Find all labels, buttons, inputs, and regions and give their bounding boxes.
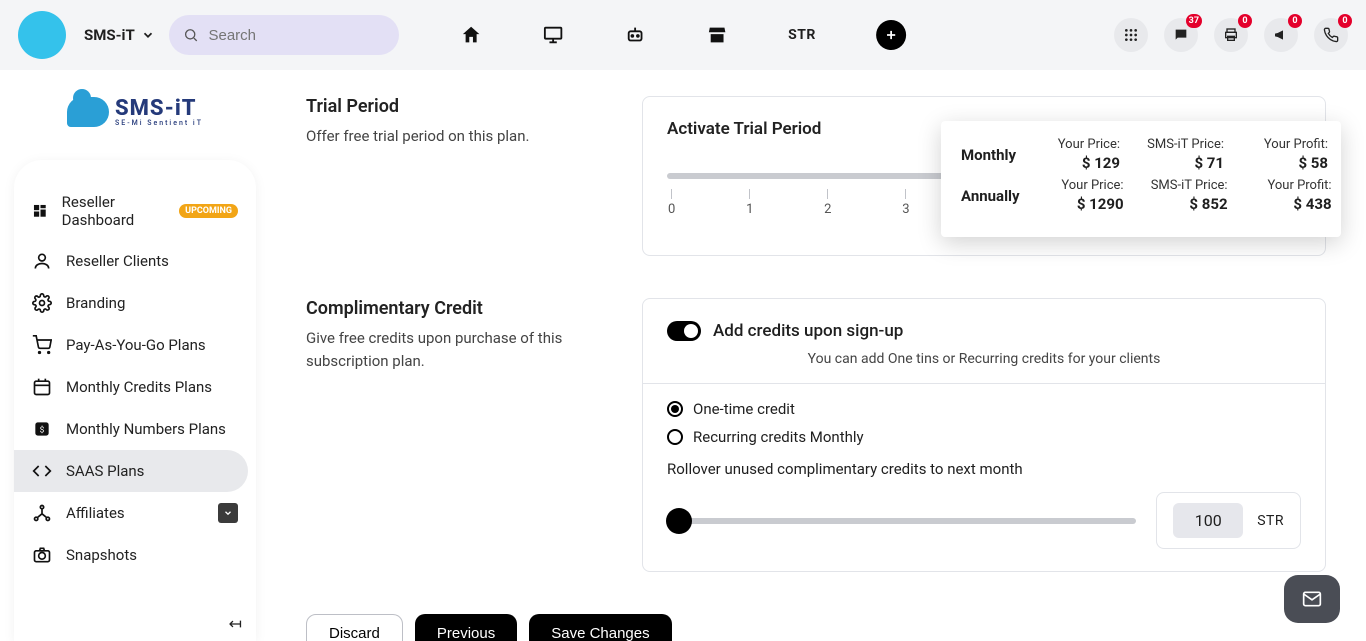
sidebar-item-snapshots[interactable]: Snapshots: [14, 534, 256, 576]
cart-icon: [32, 335, 52, 355]
mail-icon: [1299, 589, 1325, 609]
chat-badge: 37: [1186, 14, 1202, 28]
home-icon[interactable]: [460, 24, 482, 46]
avatar[interactable]: [18, 11, 66, 59]
phone-icon[interactable]: 0: [1314, 18, 1348, 52]
rollover-text: Rollover unused complimentary credits to…: [667, 460, 1301, 478]
radio-label: Recurring credits Monthly: [693, 428, 864, 446]
topnav: STR: [460, 20, 906, 50]
support-mail-button[interactable]: [1284, 575, 1340, 623]
sidebar-item-label: Monthly Credits Plans: [66, 378, 212, 396]
sidebar-item-label: Reseller Clients: [66, 252, 169, 270]
previous-button[interactable]: Previous: [415, 614, 517, 641]
radio-label: One-time credit: [693, 400, 795, 418]
sidebar-item-label: Branding: [66, 294, 125, 312]
add-credits-toggle[interactable]: [667, 321, 701, 341]
svg-text:$: $: [40, 424, 45, 435]
sidebar-item-affiliates[interactable]: Affiliates: [14, 492, 256, 534]
calendar-icon: [32, 377, 52, 397]
dashboard-icon: [32, 201, 48, 221]
search-input[interactable]: [208, 27, 384, 44]
sidebar: SMS-iT SE-Mi Sentient iT Reseller Dashbo…: [0, 70, 270, 641]
pricing-row-label: Monthly: [961, 146, 1016, 164]
discard-button[interactable]: Discard: [306, 614, 403, 641]
code-icon: [32, 461, 52, 481]
app-switcher[interactable]: SMS-iT: [84, 26, 155, 44]
print-badge: 0: [1238, 14, 1252, 28]
app-name: SMS-iT: [84, 26, 135, 44]
toggle-label: Add credits upon sign-up: [713, 321, 903, 341]
topbar-right: 37 0 0 0: [1114, 18, 1348, 52]
search-input-wrap[interactable]: [169, 15, 399, 55]
pricing-row-label: Annually: [961, 187, 1020, 205]
sidebar-item-monthly-credits[interactable]: Monthly Credits Plans: [14, 366, 256, 408]
topbar: SMS-iT STR 37 0 0 0: [0, 0, 1366, 70]
chevron-down-icon[interactable]: [218, 503, 238, 523]
sidebar-item-label: Pay-As-You-Go Plans: [66, 336, 206, 354]
trial-desc: Offer free trial period on this plan.: [306, 125, 606, 148]
chevron-down-icon: [141, 28, 155, 42]
number-icon: $: [32, 419, 52, 439]
sidebar-item-label: Affiliates: [66, 504, 125, 522]
chat-icon[interactable]: 37: [1164, 18, 1198, 52]
sidebar-item-payg[interactable]: Pay-As-You-Go Plans: [14, 324, 256, 366]
logo-text: SMS-iT: [115, 96, 197, 121]
pricing-popover: Monthly Your Price:$ 129 SMS-iT Price:$ …: [941, 121, 1341, 237]
complimentary-card: Add credits upon sign-up You can add One…: [642, 298, 1326, 572]
phone-badge: 0: [1338, 14, 1352, 28]
announce-badge: 0: [1288, 14, 1302, 28]
compl-title: Complimentary Credit: [306, 298, 606, 319]
cloud-icon: [67, 97, 109, 127]
compl-sub: You can add One tins or Recurring credit…: [667, 351, 1301, 367]
trial-title: Trial Period: [306, 96, 606, 117]
sidebar-item-saas-plans[interactable]: SAAS Plans: [14, 450, 248, 492]
radio-recurring[interactable]: Recurring credits Monthly: [667, 428, 1301, 446]
slider-thumb[interactable]: [666, 508, 692, 534]
sidebar-item-reseller-clients[interactable]: Reseller Clients: [14, 240, 256, 282]
robot-icon[interactable]: [624, 24, 646, 46]
sidebar-item-label: Snapshots: [66, 546, 137, 564]
footer-buttons: Discard Previous Save Changes: [306, 614, 1326, 641]
sidebar-item-label: SAAS Plans: [66, 462, 144, 480]
add-button[interactable]: [876, 20, 906, 50]
logo-tagline: SE-Mi Sentient iT: [115, 120, 203, 127]
search-icon: [183, 26, 199, 44]
print-icon[interactable]: 0: [1214, 18, 1248, 52]
sidebar-item-branding[interactable]: Branding: [14, 282, 256, 324]
sidebar-item-label: Monthly Numbers Plans: [66, 420, 226, 438]
sidebar-item-reseller-dashboard[interactable]: Reseller Dashboard UPCOMING: [14, 182, 256, 240]
sidebar-item-label: Reseller Dashboard: [62, 193, 164, 229]
brand-logo[interactable]: SMS-iT SE-Mi Sentient iT: [30, 88, 240, 136]
camera-icon: [32, 545, 52, 565]
affiliates-icon: [32, 503, 52, 523]
collapse-sidebar-icon[interactable]: ↤: [229, 614, 242, 633]
megaphone-icon[interactable]: 0: [1264, 18, 1298, 52]
trial-section: Trial Period Offer free trial period on …: [306, 96, 1326, 256]
sidebar-item-monthly-numbers[interactable]: $ Monthly Numbers Plans: [14, 408, 256, 450]
trial-card: Activate Trial Period 012345678 Monthly …: [642, 96, 1326, 256]
compl-desc: Give free credits upon purchase of this …: [306, 327, 606, 372]
credit-value-box: 100 STR: [1156, 492, 1301, 549]
credit-value[interactable]: 100: [1173, 503, 1243, 538]
apps-grid-icon[interactable]: [1114, 18, 1148, 52]
credit-slider[interactable]: [667, 518, 1136, 524]
radio-icon: [667, 401, 683, 417]
radio-icon: [667, 429, 683, 445]
radio-one-time[interactable]: One-time credit: [667, 400, 1301, 418]
clients-icon: [32, 251, 52, 271]
credit-unit: STR: [1257, 513, 1284, 529]
sidebar-menu: Reseller Dashboard UPCOMING Reseller Cli…: [14, 160, 256, 641]
complimentary-section: Complimentary Credit Give free credits u…: [306, 298, 1326, 572]
upcoming-chip: UPCOMING: [179, 204, 238, 218]
save-button[interactable]: Save Changes: [529, 614, 671, 641]
divider: [643, 383, 1325, 384]
gear-icon: [32, 293, 52, 313]
main-content: Trial Period Offer free trial period on …: [270, 70, 1366, 641]
desktop-icon[interactable]: [542, 24, 564, 46]
store-icon[interactable]: [706, 24, 728, 46]
nav-str[interactable]: STR: [788, 27, 816, 43]
